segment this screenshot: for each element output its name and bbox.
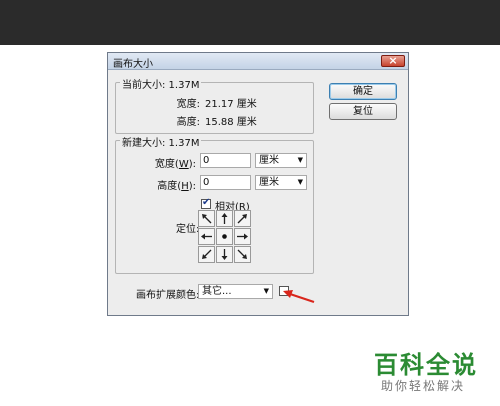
new-height-input[interactable]: 0 bbox=[200, 175, 251, 190]
anchor-top[interactable] bbox=[216, 210, 233, 227]
arrow-left-icon bbox=[201, 233, 212, 240]
current-height-label: 高度: bbox=[176, 117, 200, 128]
canvas-extension-color-value: 其它... bbox=[202, 286, 232, 297]
new-size-legend: 新建大小: 1.37M bbox=[120, 134, 202, 149]
arrow-down-icon bbox=[221, 249, 228, 260]
chevron-down-icon: ▼ bbox=[263, 287, 269, 295]
new-width-unit-value: 厘米 bbox=[259, 155, 279, 166]
anchor-top-right[interactable] bbox=[234, 210, 251, 227]
new-height-unit-value: 厘米 bbox=[259, 177, 279, 188]
anchor-bottom-left[interactable] bbox=[198, 246, 215, 263]
canvas-size-dialog: 画布大小 × 当前大小: 1.37M 宽度: 21.17 厘米 高度: 15.8… bbox=[107, 52, 409, 316]
arrow-down-right-icon bbox=[237, 249, 247, 259]
top-bar bbox=[0, 0, 500, 45]
watermark-tagline: 助你轻松解决 bbox=[381, 379, 466, 393]
arrow-up-right-icon bbox=[237, 214, 247, 224]
arrow-up-left-icon bbox=[202, 214, 212, 224]
chevron-down-icon: ▼ bbox=[297, 178, 303, 186]
current-size-group: 当前大小: 1.37M 宽度: 21.17 厘米 高度: 15.88 厘米 bbox=[115, 76, 314, 134]
arrow-up-icon bbox=[221, 213, 228, 224]
anchor-center[interactable] bbox=[216, 228, 233, 245]
arrow-down-left-icon bbox=[202, 249, 212, 259]
close-icon: × bbox=[388, 54, 398, 67]
anchor-top-left[interactable] bbox=[198, 210, 215, 227]
current-width-value: 21.17 厘米 bbox=[205, 99, 257, 110]
annotation-arrow-icon bbox=[283, 290, 315, 304]
new-height-label: 高度(H): bbox=[157, 181, 196, 192]
anchor-label: 定位: bbox=[176, 224, 200, 235]
dialog-title-bar[interactable]: 画布大小 × bbox=[108, 53, 408, 70]
anchor-dot-icon bbox=[222, 234, 227, 239]
new-width-unit-select[interactable]: 厘米 ▼ bbox=[255, 153, 307, 168]
new-height-unit-select[interactable]: 厘米 ▼ bbox=[255, 175, 307, 190]
watermark-brand: 百科全说 bbox=[374, 351, 478, 379]
anchor-bottom[interactable] bbox=[216, 246, 233, 263]
ok-button[interactable]: 确定 bbox=[329, 83, 397, 100]
current-width-label: 宽度: bbox=[176, 99, 200, 110]
anchor-bottom-right[interactable] bbox=[234, 246, 251, 263]
dialog-title: 画布大小 bbox=[113, 59, 153, 70]
current-size-legend: 当前大小: 1.37M bbox=[120, 76, 202, 91]
anchor-right[interactable] bbox=[234, 228, 251, 245]
checkmark-icon: ✔ bbox=[202, 197, 211, 208]
new-width-label: 宽度(W): bbox=[154, 159, 196, 170]
anchor-grid bbox=[198, 210, 252, 264]
current-height-value: 15.88 厘米 bbox=[205, 117, 257, 128]
new-width-input[interactable]: 0 bbox=[200, 153, 251, 168]
chevron-down-icon: ▼ bbox=[297, 156, 303, 164]
canvas-extension-color-select[interactable]: 其它... ▼ bbox=[198, 284, 273, 299]
canvas-extension-color-label: 画布扩展颜色: bbox=[136, 290, 200, 301]
arrow-right-icon bbox=[237, 233, 248, 240]
close-button[interactable]: × bbox=[381, 54, 405, 67]
relative-checkbox[interactable]: ✔ bbox=[201, 197, 211, 209]
anchor-left[interactable] bbox=[198, 228, 215, 245]
reset-button[interactable]: 复位 bbox=[329, 103, 397, 120]
